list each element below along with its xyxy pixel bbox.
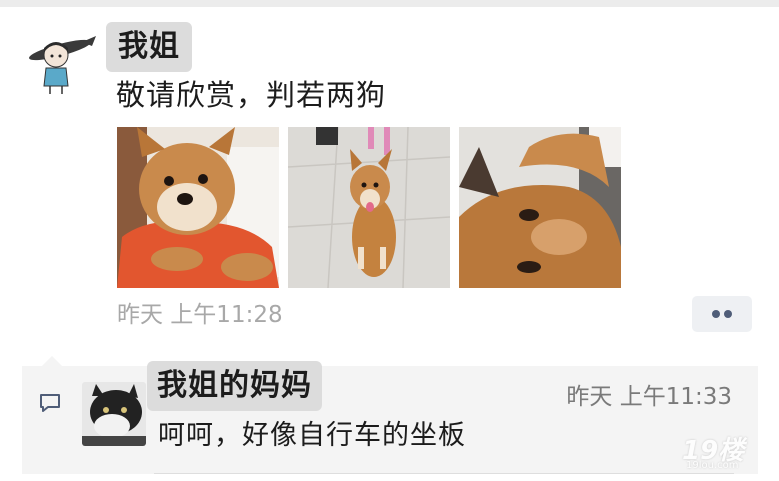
commenter-name[interactable]: 我姐的妈妈 — [147, 361, 322, 411]
comment-text: 呵呵，好像自行车的坐板 — [158, 420, 466, 451]
comment-time: 昨天 上午11:33 — [566, 384, 732, 410]
commenter-avatar[interactable] — [82, 382, 146, 446]
post-time: 昨天 上午11:28 — [117, 302, 283, 328]
comment-divider — [154, 473, 734, 474]
comment-panel-notch — [42, 356, 62, 366]
top-bar — [0, 0, 779, 7]
more-button[interactable] — [692, 296, 752, 332]
comment-icon — [39, 392, 61, 414]
post-photo-2[interactable] — [288, 127, 450, 288]
post-photo-1[interactable] — [117, 127, 279, 288]
post-text: 敬请欣赏，判若两狗 — [116, 78, 387, 112]
more-dots-icon — [712, 310, 720, 318]
post-photo-3[interactable] — [459, 127, 621, 288]
more-dots-icon — [724, 310, 732, 318]
watermark-sub: 19lou.com — [686, 460, 739, 471]
post-author-name[interactable]: 我姐 — [106, 22, 192, 72]
post-author-avatar[interactable] — [22, 28, 98, 98]
site-watermark: 19楼 19lou.com — [682, 430, 754, 474]
